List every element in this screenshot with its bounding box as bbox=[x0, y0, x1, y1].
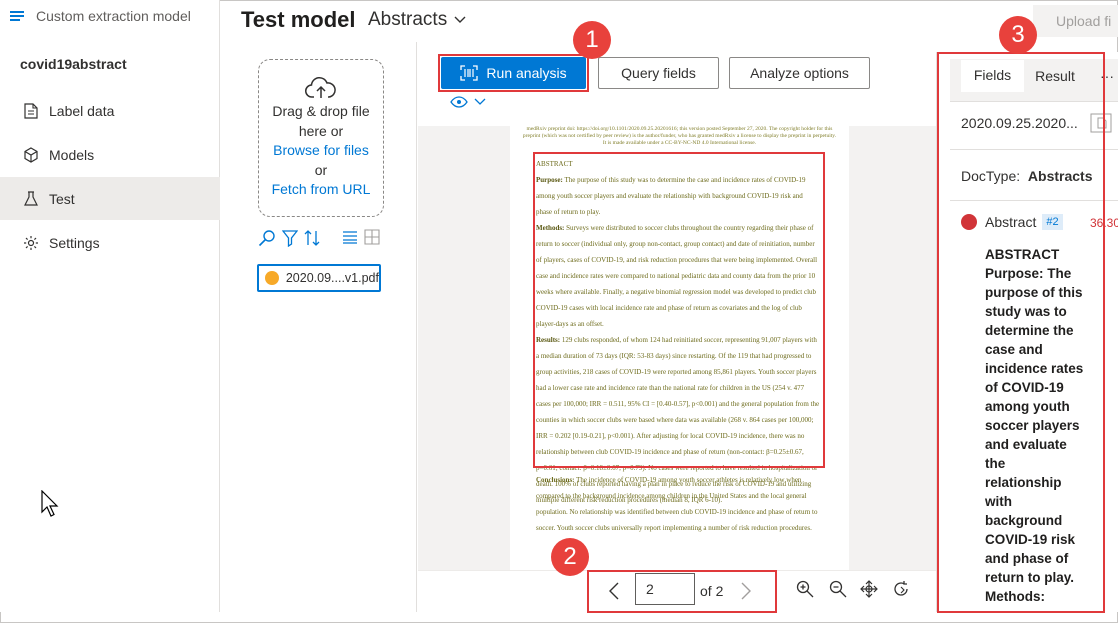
page-total-label: of 2 bbox=[700, 583, 724, 599]
field-region-highlight[interactable] bbox=[533, 152, 825, 468]
project-name: covid19abstract bbox=[20, 56, 127, 72]
gear-icon bbox=[22, 234, 40, 252]
file-name: 2020.09....v1.pdf bbox=[285, 271, 379, 285]
conclusions-label: Conclusions: bbox=[536, 476, 575, 484]
eye-icon bbox=[450, 96, 468, 108]
nav-label: Settings bbox=[49, 234, 100, 251]
document-header: medRxiv preprint doi: https://doi.org/10… bbox=[510, 126, 849, 147]
app-header[interactable]: Custom extraction model bbox=[0, 0, 220, 32]
chevron-down-icon bbox=[454, 16, 466, 23]
upload-button[interactable]: Upload fi bbox=[1033, 5, 1118, 37]
rotate-icon[interactable] bbox=[892, 580, 910, 598]
drop-text-line1: Drag & drop file bbox=[272, 103, 370, 119]
cursor-icon bbox=[41, 490, 59, 517]
fit-page-icon[interactable] bbox=[860, 580, 878, 598]
header-line: medRxiv preprint doi: https://doi.org/10… bbox=[526, 126, 833, 132]
nav-label: Test bbox=[49, 190, 75, 207]
flask-icon bbox=[22, 190, 40, 208]
conclusions-body: The incidence of COVID-19 among youth so… bbox=[536, 476, 818, 532]
nav-label: Label data bbox=[49, 102, 115, 119]
nav-item-models[interactable]: Models bbox=[0, 133, 220, 176]
callout-badge-1: 1 bbox=[573, 21, 611, 59]
list-view-icon[interactable] bbox=[342, 230, 358, 244]
chevron-down-icon bbox=[474, 98, 486, 105]
header-line: preprint (which was not certified by pee… bbox=[522, 133, 837, 139]
nav-label: Models bbox=[49, 146, 95, 163]
file-status-dot bbox=[265, 271, 279, 285]
file-list-toolbar bbox=[258, 228, 384, 248]
left-nav: Custom extraction model covid19abstract … bbox=[0, 0, 220, 612]
cloud-upload-icon bbox=[305, 77, 336, 98]
document-icon bbox=[22, 102, 40, 120]
search-icon[interactable] bbox=[258, 229, 276, 247]
analyze-options-button[interactable]: Analyze options bbox=[729, 57, 870, 89]
doctype-dropdown-value: Abstracts bbox=[368, 9, 448, 30]
or-text: or bbox=[314, 161, 328, 178]
conclusions-text: Conclusions: The incidence of COVID-19 a… bbox=[536, 472, 820, 536]
callout-highlight-panel bbox=[937, 52, 1105, 613]
nav-item-settings[interactable]: Settings bbox=[0, 221, 220, 264]
previous-page-icon[interactable] bbox=[608, 582, 620, 600]
page-number-input[interactable]: 2 bbox=[635, 573, 695, 605]
run-analysis-label: Run analysis bbox=[486, 65, 567, 81]
callout-badge-3: 3 bbox=[999, 16, 1037, 54]
app-title: Custom extraction model bbox=[36, 8, 191, 24]
doctype-dropdown[interactable]: Abstracts bbox=[368, 9, 466, 31]
next-page-icon[interactable] bbox=[740, 582, 752, 600]
nav-item-label-data[interactable]: Label data bbox=[0, 89, 220, 132]
fetch-from-url-link[interactable]: Fetch from URL bbox=[259, 180, 383, 200]
scan-icon bbox=[460, 65, 479, 81]
cube-icon bbox=[22, 146, 40, 164]
drop-text-line2: here or bbox=[298, 122, 344, 139]
run-analysis-button[interactable]: Run analysis bbox=[441, 57, 586, 89]
zoom-out-icon[interactable] bbox=[829, 580, 847, 598]
page-title: Test model bbox=[241, 7, 356, 32]
visibility-toggle[interactable] bbox=[450, 96, 486, 108]
query-fields-button[interactable]: Query fields bbox=[598, 57, 719, 89]
menu-icon[interactable] bbox=[10, 10, 26, 22]
sort-icon[interactable] bbox=[304, 229, 320, 247]
filter-icon[interactable] bbox=[282, 229, 298, 247]
zoom-in-icon[interactable] bbox=[796, 580, 814, 598]
grid-view-icon[interactable] bbox=[364, 229, 380, 245]
file-list-item[interactable]: 2020.09....v1.pdf bbox=[257, 264, 381, 292]
nav-item-test[interactable]: Test bbox=[0, 177, 220, 220]
header-line: It is made available under a CC-BY-NC-ND… bbox=[602, 140, 757, 146]
browse-files-link[interactable]: Browse for files bbox=[259, 141, 383, 161]
callout-badge-2: 2 bbox=[551, 538, 589, 576]
file-dropzone[interactable]: Drag & drop file here or Browse for file… bbox=[258, 59, 384, 217]
